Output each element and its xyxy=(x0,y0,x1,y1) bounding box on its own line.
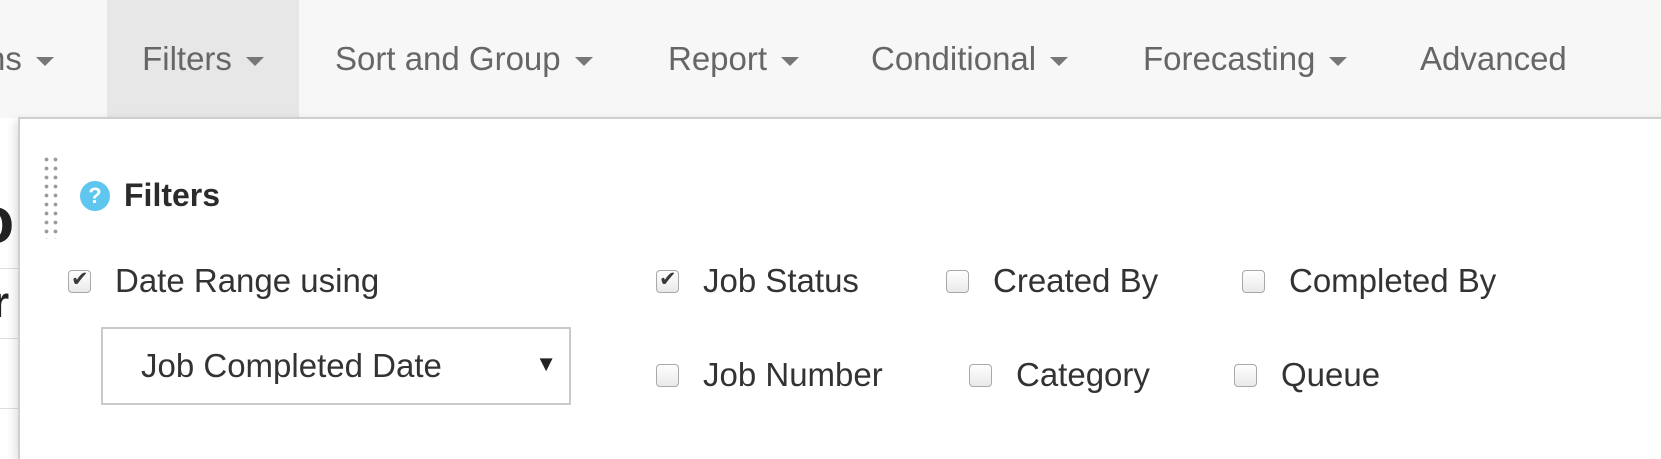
background-divider xyxy=(0,338,18,339)
caret-down-icon xyxy=(35,56,54,66)
caret-down-icon xyxy=(781,56,800,66)
drag-handle-icon[interactable] xyxy=(42,155,60,239)
date-range-checkbox[interactable] xyxy=(68,267,91,293)
filter-label: Queue xyxy=(1281,356,1381,393)
caret-down-icon xyxy=(574,56,593,66)
filter-label: Completed By xyxy=(1289,262,1497,299)
job-number-checkbox[interactable] xyxy=(656,363,679,387)
background-divider xyxy=(0,268,18,269)
nav-item-label: Forecasting xyxy=(1143,40,1316,77)
date-field-value: Job Completed Date xyxy=(141,347,442,384)
nav-item-report[interactable]: Report xyxy=(668,0,800,118)
nav-item-sort-and-group[interactable]: Sort and Group xyxy=(335,0,593,118)
filter-label: Job Status xyxy=(703,262,859,299)
caret-down-icon xyxy=(1050,56,1069,66)
completed-by-checkbox[interactable] xyxy=(1242,269,1265,293)
background-divider xyxy=(0,408,18,409)
filter-job-status[interactable]: Job Status xyxy=(656,262,859,300)
filter-job-number[interactable]: Job Number xyxy=(656,356,883,394)
filter-completed-by[interactable]: Completed By xyxy=(1242,262,1496,300)
nav-item-label: Sort and Group xyxy=(335,40,561,77)
nav-item-label: Advanced xyxy=(1420,40,1567,77)
created-by-checkbox[interactable] xyxy=(946,269,969,293)
filter-label: Created By xyxy=(993,262,1159,299)
nav-item-filters[interactable]: Filters xyxy=(107,0,299,118)
caret-down-icon xyxy=(1329,56,1348,66)
filter-category[interactable]: Category xyxy=(969,356,1150,394)
filter-created-by[interactable]: Created By xyxy=(946,262,1158,300)
nav-item-conditional[interactable]: Conditional xyxy=(871,0,1069,118)
report-builder-nav: ns Filters Sort and Group Report Conditi… xyxy=(0,0,1661,118)
nav-item-label: Report xyxy=(668,40,768,77)
background-heading-fragment: o xyxy=(0,182,14,258)
category-checkbox[interactable] xyxy=(969,363,992,387)
nav-item-forecasting[interactable]: Forecasting xyxy=(1143,0,1348,118)
nav-item-columns[interactable]: ns xyxy=(0,0,54,118)
job-status-checkbox[interactable] xyxy=(656,267,679,293)
background-text-fragment: r xyxy=(0,278,10,327)
nav-item-advanced[interactable]: Advanced xyxy=(1420,0,1567,118)
panel-title: Filters xyxy=(124,177,221,213)
date-range-filter[interactable]: Date Range using xyxy=(68,262,379,300)
dropdown-arrow-icon: ▼ xyxy=(535,351,557,376)
queue-checkbox[interactable] xyxy=(1234,363,1257,387)
filters-panel: ? Filters Date Range using Job Completed… xyxy=(18,117,1661,459)
filter-label: Job Number xyxy=(703,356,883,393)
filter-label: Category xyxy=(1016,356,1150,393)
filter-queue[interactable]: Queue xyxy=(1234,356,1380,394)
caret-down-icon xyxy=(245,56,264,66)
date-field-select[interactable]: Job Completed Date ▼ xyxy=(101,327,571,405)
date-range-label: Date Range using xyxy=(115,262,380,299)
nav-item-label: Filters xyxy=(142,40,232,77)
nav-item-label: Conditional xyxy=(871,40,1037,77)
help-icon[interactable]: ? xyxy=(80,181,110,211)
nav-item-label: ns xyxy=(0,40,22,77)
